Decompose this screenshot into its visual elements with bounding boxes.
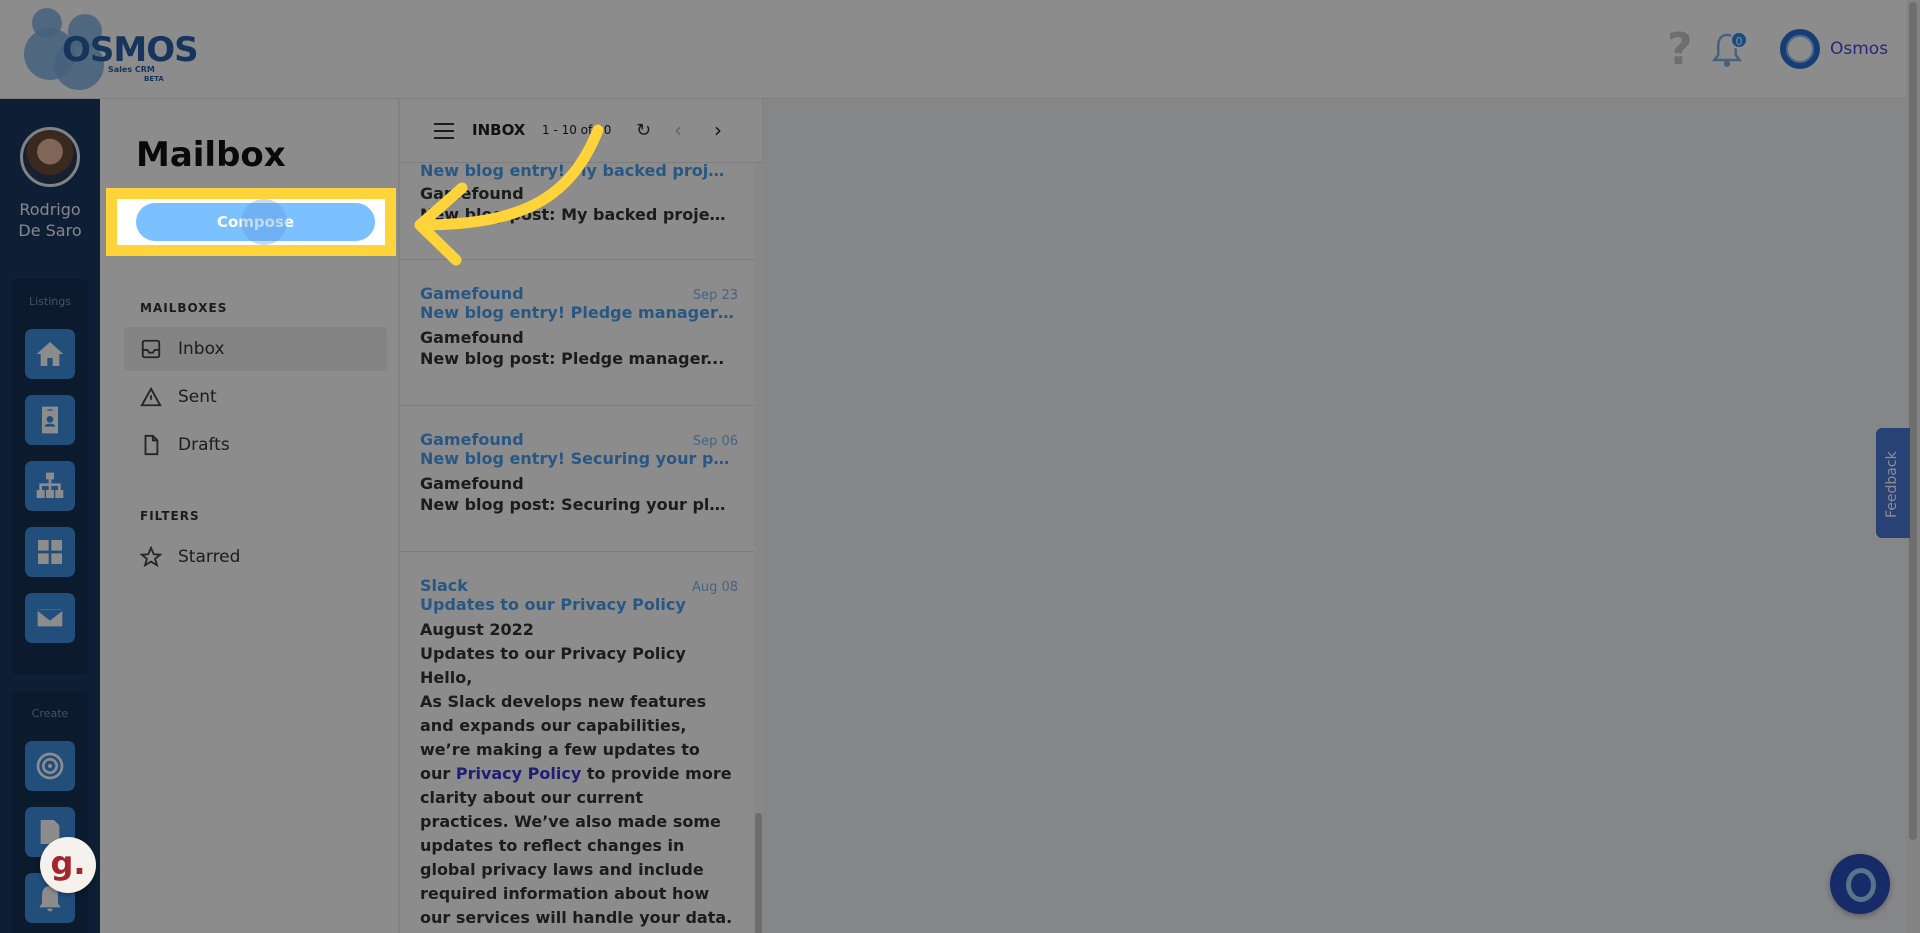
mailbox-item-drafts[interactable]: Drafts xyxy=(124,423,387,467)
message-subject: New blog entry! Securing your pledge... xyxy=(420,449,734,468)
listings-group: Listings xyxy=(12,279,88,675)
mailbox-title: Mailbox xyxy=(136,135,286,175)
message-body-text: to provide more clarity about our curren… xyxy=(420,764,733,933)
message-from: Gamefound xyxy=(420,328,524,347)
chat-widget-icon[interactable] xyxy=(1830,854,1890,914)
profile-name: Rodrigo De Saro xyxy=(0,199,100,241)
filter-item-starred[interactable]: Starred xyxy=(124,535,387,579)
feedback-label: Feedback xyxy=(1884,451,1900,518)
guide-widget-icon[interactable]: g. xyxy=(40,837,96,893)
message-body-line: Hello, xyxy=(420,668,473,687)
message-preview: New blog post: Pledge manager... xyxy=(420,349,725,368)
message-list-toolbar: INBOX 1 - 10 of 30 ↻ ‹ › xyxy=(400,99,763,163)
message-date: Sep 06 xyxy=(692,434,738,449)
page-count: 1 - 10 of 30 xyxy=(542,123,612,137)
create-group: Create xyxy=(12,691,88,933)
message-date: Aug 08 xyxy=(691,580,738,595)
notification-count-badge: 0 xyxy=(1730,31,1748,49)
message-body: August 2022 Updates to our Privacy Polic… xyxy=(420,618,734,933)
message-subject: New blog entry! Pledge manager with... xyxy=(420,303,734,322)
osmos-logo[interactable]: OSMOS Sales CRM BETA xyxy=(24,8,199,90)
mailbox-item-sent[interactable]: Sent xyxy=(124,375,387,419)
refresh-icon[interactable]: ↻ xyxy=(636,120,651,141)
message-body-line: Updates to our Privacy Policy xyxy=(420,644,686,663)
message-detail-area xyxy=(763,99,1905,933)
create-label: Create xyxy=(31,707,69,720)
sent-icon xyxy=(140,386,162,407)
mailboxes-section-label: MAILBOXES xyxy=(140,301,228,315)
profile-avatar[interactable] xyxy=(20,127,80,187)
contact-card-icon xyxy=(42,406,58,434)
mailbox-item-label: Drafts xyxy=(178,435,230,455)
create-target-button[interactable] xyxy=(25,741,75,791)
hamburger-menu-icon[interactable] xyxy=(434,123,454,139)
compose-spotlight: Compose xyxy=(117,199,385,245)
message-list: New blog entry! My backed project a... G… xyxy=(400,163,754,933)
feedback-tab[interactable]: Feedback xyxy=(1876,428,1910,538)
chevron-left-icon[interactable]: ‹ xyxy=(674,118,682,142)
mail-icon xyxy=(35,607,65,629)
message-list-panel: INBOX 1 - 10 of 30 ↻ ‹ › New blog entry!… xyxy=(400,99,763,933)
target-icon xyxy=(36,752,64,780)
message-from: Gamefound xyxy=(420,184,524,203)
inbox-icon xyxy=(141,339,161,359)
nav-contacts-button[interactable] xyxy=(25,395,75,445)
star-icon xyxy=(140,546,162,568)
mailbox-item-label: Sent xyxy=(178,387,217,407)
help-icon[interactable]: ? xyxy=(1667,28,1693,72)
mailbox-item-label: Inbox xyxy=(178,339,225,359)
message-preview: New blog post: Securing your pledge i... xyxy=(420,495,734,514)
list-item[interactable]: Sep 06 Gamefound New blog entry! Securin… xyxy=(400,406,754,552)
message-preview: New blog post: My backed project an... xyxy=(420,205,734,224)
draft-file-icon xyxy=(144,434,159,456)
message-sender: Gamefound xyxy=(420,430,524,449)
click-indicator xyxy=(241,199,287,245)
message-list-scroll-thumb[interactable] xyxy=(755,813,762,933)
list-item[interactable]: New blog entry! My backed project a... G… xyxy=(400,163,754,260)
profile-last-name: De Saro xyxy=(18,221,82,240)
user-name: Osmos xyxy=(1830,39,1889,59)
nav-organization-button[interactable] xyxy=(25,461,75,511)
folder-label: INBOX xyxy=(472,121,526,139)
message-sender: Gamefound xyxy=(420,284,524,303)
org-chart-icon xyxy=(36,472,64,498)
nav-mail-button[interactable] xyxy=(25,593,75,643)
message-from: Gamefound xyxy=(420,474,524,493)
message-date: Sep 23 xyxy=(692,288,738,303)
top-header: OSMOS Sales CRM BETA ? 0 Osmos xyxy=(0,0,1920,99)
list-item[interactable]: Aug 08 Slack Updates to our Privacy Poli… xyxy=(400,552,754,933)
profile-first-name: Rodrigo xyxy=(19,200,81,219)
logo-text: OSMOS xyxy=(62,30,199,70)
message-body-line: August 2022 xyxy=(420,620,534,639)
nav-home-button[interactable] xyxy=(25,329,75,379)
user-avatar-icon xyxy=(1780,29,1820,69)
grid-icon xyxy=(38,540,62,564)
message-list-scrollbar[interactable] xyxy=(754,163,763,933)
user-menu[interactable]: Osmos xyxy=(1780,29,1888,69)
mailbox-item-inbox[interactable]: Inbox xyxy=(124,327,387,371)
listings-label: Listings xyxy=(29,295,71,308)
message-subject: Updates to our Privacy Policy xyxy=(420,595,686,614)
logo-subtitle: Sales CRM xyxy=(108,65,155,74)
filter-item-label: Starred xyxy=(178,547,241,567)
home-icon xyxy=(36,342,64,366)
message-sender: Slack xyxy=(420,576,468,595)
chevron-right-icon[interactable]: › xyxy=(714,118,722,142)
page-scroll-thumb[interactable] xyxy=(1909,2,1917,840)
nav-dashboard-button[interactable] xyxy=(25,527,75,577)
list-item[interactable]: Sep 23 Gamefound New blog entry! Pledge … xyxy=(400,260,754,406)
filters-section-label: FILTERS xyxy=(140,509,200,523)
message-subject: New blog entry! My backed project a... xyxy=(420,163,734,180)
message-body-paragraph: As Slack develops new features and expan… xyxy=(420,690,734,933)
left-navigation: Rodrigo De Saro Listings Create xyxy=(0,99,100,933)
privacy-policy-link[interactable]: Privacy Policy xyxy=(456,764,581,783)
logo-badge: BETA xyxy=(144,75,164,83)
